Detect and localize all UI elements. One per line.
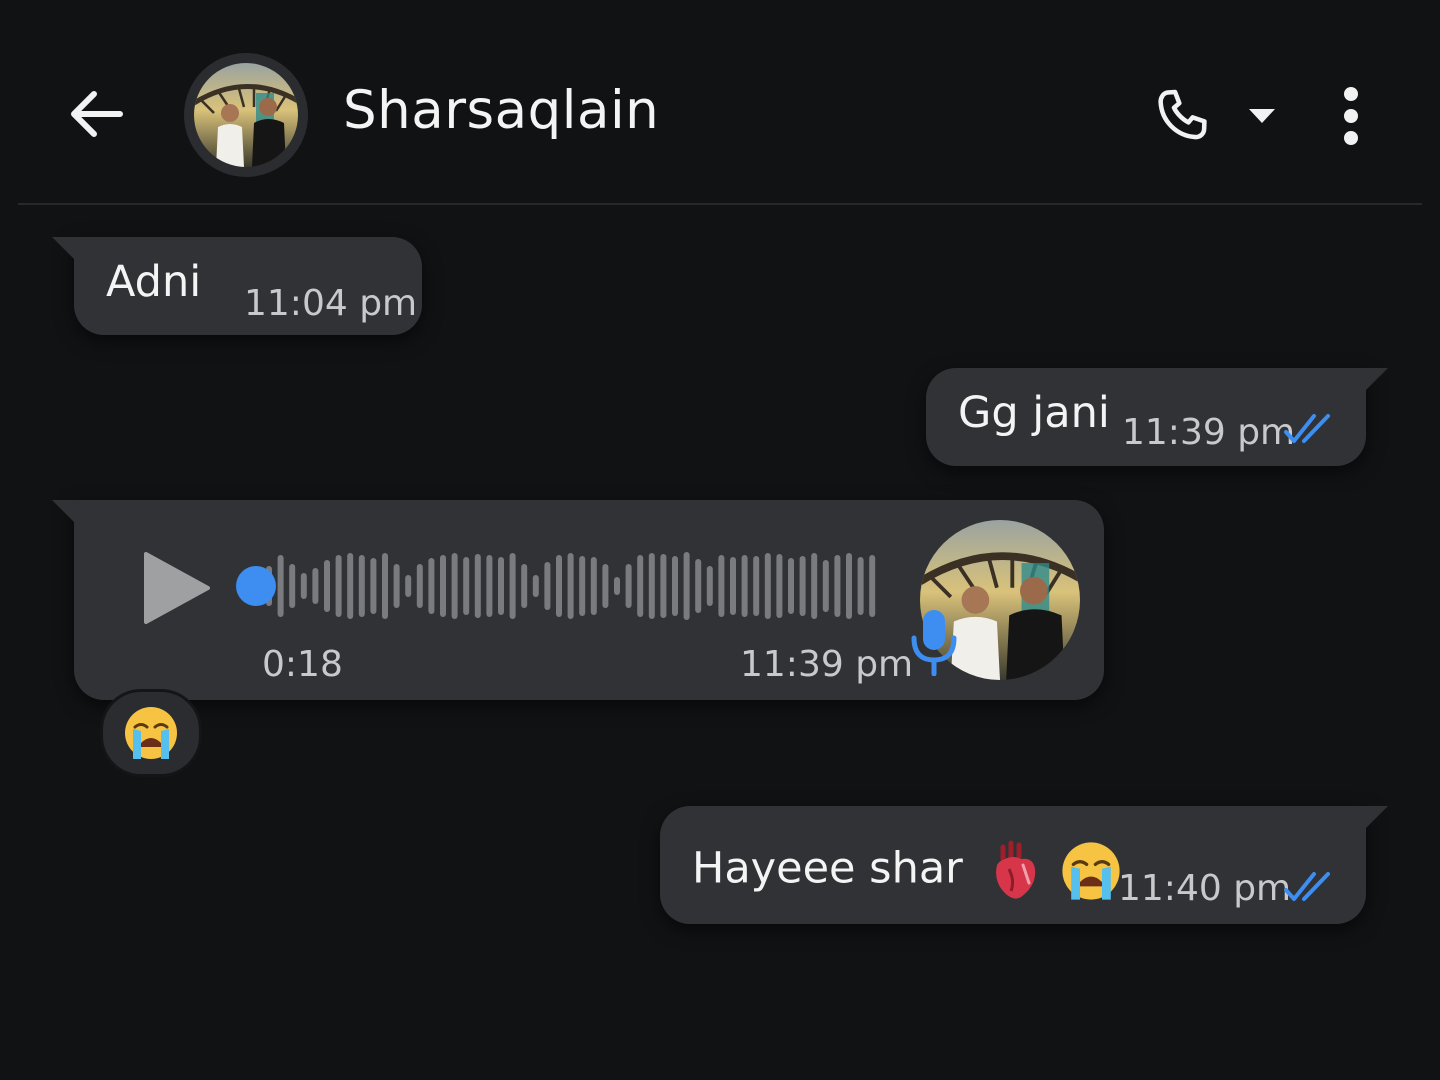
bubble-tail xyxy=(1366,806,1388,828)
waveform-bar xyxy=(393,564,400,608)
waveform-bar xyxy=(660,554,667,618)
more-options-button[interactable] xyxy=(1322,78,1380,154)
microphone-icon xyxy=(911,610,957,676)
waveform-bar xyxy=(544,562,551,610)
message-time: 11:40 pm xyxy=(1118,868,1292,909)
waveform-bar xyxy=(300,573,307,599)
chat-header: Sharsaqlain xyxy=(0,0,1440,205)
phone-icon xyxy=(1158,89,1207,140)
waveform-bar xyxy=(857,557,864,615)
waveform-bar xyxy=(521,564,528,608)
waveform-bar xyxy=(672,556,678,616)
waveform-bar xyxy=(602,564,609,608)
waveform-bar xyxy=(556,555,562,617)
waveform-bar xyxy=(358,555,365,617)
waveform-bar xyxy=(788,558,794,614)
header-divider xyxy=(18,203,1422,205)
outgoing-message-bubble[interactable]: Hayeee shar 11:40 pm xyxy=(660,806,1388,924)
bubble-tail xyxy=(1366,368,1388,390)
back-button[interactable] xyxy=(60,78,132,150)
voice-duration: 0:18 xyxy=(262,644,343,685)
waveform-bar xyxy=(370,558,377,614)
waveform-bar xyxy=(474,554,481,618)
waveform-bar xyxy=(869,555,876,617)
message-reaction[interactable] xyxy=(100,689,202,777)
loudly-crying-face-icon xyxy=(125,707,177,759)
bubble-tail xyxy=(52,500,74,522)
waveform-bar xyxy=(776,554,783,618)
waveform-bar xyxy=(509,553,516,619)
waveform-bar xyxy=(753,556,760,616)
anatomical-heart-icon xyxy=(995,840,1035,899)
play-icon[interactable] xyxy=(136,548,216,628)
waveform-bar xyxy=(706,566,713,606)
bubble-tail xyxy=(52,237,74,259)
waveform-bar xyxy=(428,558,435,614)
waveform-bar xyxy=(648,553,655,619)
message-text: Adni xyxy=(106,257,202,307)
voice-message-bubble[interactable]: 0:18 11:39 pm xyxy=(52,500,1104,700)
avatar-photo xyxy=(194,63,298,167)
read-receipt-icon xyxy=(1284,872,1330,901)
contact-avatar[interactable] xyxy=(184,53,308,177)
read-receipt-icon xyxy=(1284,414,1330,443)
waveform-bar xyxy=(846,553,852,619)
message-time: 11:39 pm xyxy=(1122,412,1296,453)
waveform-bar xyxy=(382,553,388,619)
loudly-crying-face-icon xyxy=(1062,842,1120,900)
waveform-bar xyxy=(811,553,818,619)
waveform-bar xyxy=(730,557,736,615)
outgoing-message-bubble[interactable]: Gg jani 11:39 pm xyxy=(926,368,1388,466)
waveform-bar xyxy=(799,556,806,616)
voice-waveform[interactable] xyxy=(236,544,886,628)
message-text: Gg jani xyxy=(958,388,1110,438)
waveform-bar xyxy=(440,555,446,617)
arrow-left-icon xyxy=(71,91,123,137)
waveform-bar xyxy=(834,555,841,617)
waveform-bar xyxy=(486,555,493,617)
waveform-bar xyxy=(625,564,632,608)
waveform-bar xyxy=(347,553,354,619)
message-time: 11:39 pm xyxy=(740,644,914,685)
waveform-bar xyxy=(764,553,771,619)
waveform-bar xyxy=(590,557,597,615)
waveform-bar xyxy=(289,564,296,608)
waveform-bar xyxy=(822,560,829,612)
waveform-bar xyxy=(695,559,702,613)
waveform-bar xyxy=(637,555,644,617)
waveform-bar xyxy=(498,557,504,615)
playback-scrubber[interactable] xyxy=(236,566,276,606)
message-time: 11:04 pm xyxy=(244,283,418,324)
waveform-bar xyxy=(324,560,330,612)
waveform-bar xyxy=(567,553,574,619)
call-options-dropdown[interactable] xyxy=(1240,96,1284,136)
waveform-bar xyxy=(741,555,748,617)
waveform-bar xyxy=(312,568,319,604)
message-text-content: Hayeee shar xyxy=(692,843,963,894)
message-text: Hayeee shar xyxy=(692,838,1124,904)
contact-name[interactable]: Sharsaqlain xyxy=(343,80,659,141)
waveform-bar xyxy=(451,553,458,619)
waveform-bar xyxy=(683,552,690,620)
more-vertical-icon xyxy=(1344,87,1358,145)
waveform-bar xyxy=(718,555,725,617)
caret-down-icon xyxy=(1249,109,1275,123)
waveform-bar xyxy=(614,577,620,595)
waveform-bar xyxy=(335,555,342,617)
waveform-bar xyxy=(463,557,470,615)
incoming-message-bubble[interactable]: Adni 11:04 pm xyxy=(52,237,422,335)
waveform-bar xyxy=(416,564,423,608)
waveform-bar xyxy=(277,555,284,617)
waveform-bar xyxy=(405,575,412,597)
waveform-bar xyxy=(579,556,586,616)
waveform-bar xyxy=(532,575,539,597)
voice-call-button[interactable] xyxy=(1144,80,1220,152)
